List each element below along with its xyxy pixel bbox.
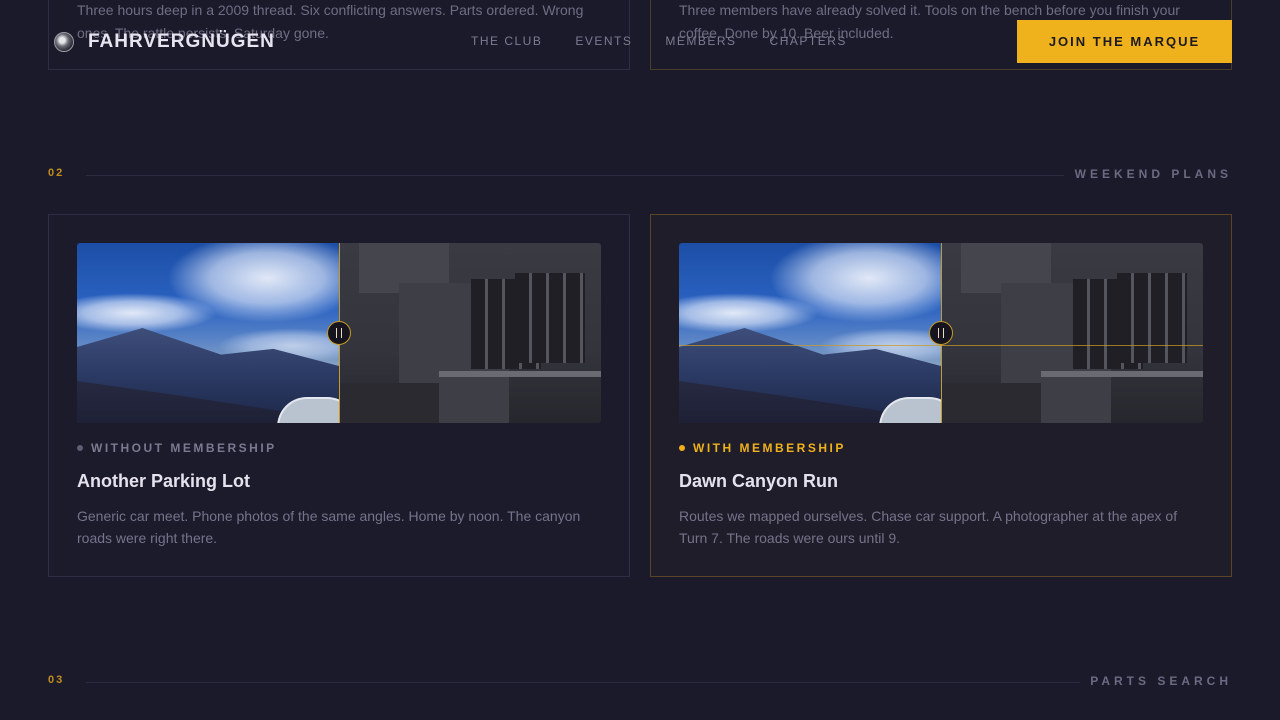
parking-lot-photo bbox=[339, 243, 601, 423]
nav-links: THE CLUB EVENTS MEMBERS CHAPTERS bbox=[471, 34, 847, 48]
brand-name: FAHRVERGNÜGEN bbox=[88, 31, 275, 52]
card-title: Dawn Canyon Run bbox=[679, 471, 839, 491]
nav-link-the-club[interactable]: THE CLUB bbox=[471, 34, 542, 48]
section-title: PARTS SEARCH bbox=[1090, 674, 1232, 688]
membership-tag: WITH MEMBERSHIP bbox=[679, 441, 846, 455]
canyon-photo bbox=[679, 243, 941, 423]
drag-handle-icon bbox=[336, 328, 342, 338]
membership-tag: WITHOUT MEMBERSHIP bbox=[77, 441, 277, 455]
membership-tag-label: WITH MEMBERSHIP bbox=[693, 441, 846, 455]
card-description: Routes we mapped ourselves. Chase car su… bbox=[679, 508, 1178, 546]
top-nav: FAHRVERGNÜGEN THE CLUB EVENTS MEMBERS CH… bbox=[0, 0, 1280, 84]
bullet-dot-icon bbox=[77, 445, 83, 451]
nav-link-events[interactable]: EVENTS bbox=[575, 34, 632, 48]
slider-handle[interactable] bbox=[327, 321, 351, 345]
section-header-parts-search: 03 PARTS SEARCH bbox=[48, 674, 1232, 690]
bullet-dot-icon bbox=[679, 445, 685, 451]
membership-tag-label: WITHOUT MEMBERSHIP bbox=[91, 441, 277, 455]
brand-logo-icon bbox=[54, 32, 74, 52]
join-button[interactable]: JOIN THE MARQUE bbox=[1017, 20, 1232, 63]
before-after-slider[interactable] bbox=[77, 243, 601, 423]
section-header-weekend-plans: 02 WEEKEND PLANS bbox=[48, 167, 1232, 183]
brand[interactable]: FAHRVERGNÜGEN bbox=[54, 31, 275, 53]
section-divider bbox=[86, 175, 1064, 176]
parking-lot-photo bbox=[941, 243, 1203, 423]
slider-handle[interactable] bbox=[929, 321, 953, 345]
canyon-photo bbox=[77, 243, 339, 423]
before-after-slider[interactable] bbox=[679, 243, 1203, 423]
section-title: WEEKEND PLANS bbox=[1074, 167, 1232, 181]
nav-link-members[interactable]: MEMBERS bbox=[665, 34, 736, 48]
card-title: Another Parking Lot bbox=[77, 471, 251, 491]
drag-handle-icon bbox=[938, 328, 944, 338]
nav-link-chapters[interactable]: CHAPTERS bbox=[770, 34, 847, 48]
card-description: Generic car meet. Phone photos of the sa… bbox=[77, 508, 581, 546]
section-divider bbox=[86, 682, 1080, 683]
section-number: 02 bbox=[48, 167, 65, 179]
comparison-card-without: WITHOUT MEMBERSHIP Another Parking Lot G… bbox=[48, 214, 630, 577]
comparison-card-with: WITH MEMBERSHIP Dawn Canyon Run Routes w… bbox=[650, 214, 1232, 577]
section-number: 03 bbox=[48, 674, 65, 686]
